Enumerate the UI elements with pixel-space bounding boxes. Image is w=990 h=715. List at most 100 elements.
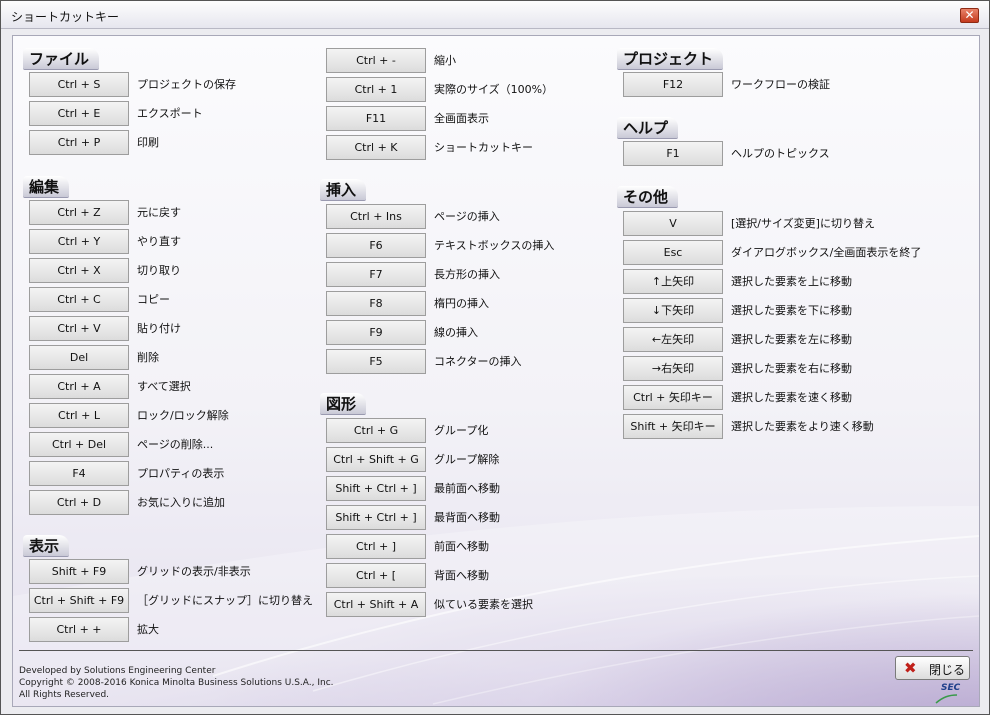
shortcut-key: Ctrl + C bbox=[29, 287, 129, 312]
shortcut-desc: グリッドの表示/非表示 bbox=[137, 565, 251, 578]
shortcut-key: Shift + F9 bbox=[29, 559, 129, 584]
window-close-button[interactable]: ✕ bbox=[960, 8, 979, 23]
shortcut-desc: 拡大 bbox=[137, 623, 159, 636]
shortcut-desc: 選択した要素を右に移動 bbox=[731, 362, 852, 375]
shortcut-key: Ctrl + V bbox=[29, 316, 129, 341]
shortcut-key: Ctrl + Z bbox=[29, 200, 129, 225]
shortcut-key: Shift + Ctrl + ] bbox=[326, 505, 426, 530]
shortcut-key: V bbox=[623, 211, 723, 236]
shortcut-desc: ショートカットキー bbox=[434, 141, 533, 154]
shortcut-keys-dialog: ショートカットキー ✕ ファイル Ctrl + S プロジェクトの保存 Ctrl… bbox=[0, 0, 990, 715]
section-view-title: 表示 bbox=[23, 535, 70, 557]
footer-divider bbox=[19, 650, 973, 651]
shortcut-key: Ctrl + Ins bbox=[326, 204, 426, 229]
shortcut-key: Ctrl + S bbox=[29, 72, 129, 97]
shortcut-desc: ワークフローの検証 bbox=[731, 78, 830, 91]
footer-copyright: Copyright © 2008-2016 Konica Minolta Bus… bbox=[19, 678, 334, 688]
footer-rights: All Rights Reserved. bbox=[19, 690, 110, 700]
shortcut-key: F6 bbox=[326, 233, 426, 258]
shortcut-key: F1 bbox=[623, 141, 723, 166]
shortcut-desc: [選択/サイズ変更]に切り替え bbox=[731, 217, 875, 230]
shortcut-key: Ctrl + ] bbox=[326, 534, 426, 559]
shortcut-key: Ctrl + P bbox=[29, 130, 129, 155]
shortcut-desc: プロパティの表示 bbox=[137, 467, 225, 480]
shortcut-desc: コピー bbox=[137, 293, 170, 306]
section-project-title: プロジェクト bbox=[617, 48, 724, 70]
shortcut-desc: 線の挿入 bbox=[434, 326, 478, 339]
shortcut-desc: 切り取り bbox=[137, 264, 181, 277]
section-other-title: その他 bbox=[617, 186, 679, 208]
shortcut-key: Ctrl + A bbox=[29, 374, 129, 399]
shortcut-key: Ctrl + L bbox=[29, 403, 129, 428]
shortcut-desc: ロック/ロック解除 bbox=[137, 409, 229, 422]
shortcut-desc: 全画面表示 bbox=[434, 112, 489, 125]
shortcut-desc: 最前面へ移動 bbox=[434, 482, 500, 495]
section-help-title: ヘルプ bbox=[617, 117, 679, 139]
title-bar: ショートカットキー ✕ bbox=[1, 1, 989, 29]
shortcut-key: →右矢印 bbox=[623, 356, 723, 381]
shortcut-desc: ヘルプのトピックス bbox=[731, 147, 830, 160]
shortcut-key: F7 bbox=[326, 262, 426, 287]
shortcut-desc: やり直す bbox=[137, 235, 181, 248]
shortcut-key: Ctrl + Shift + F9 bbox=[29, 588, 129, 613]
shortcut-key: Ctrl + D bbox=[29, 490, 129, 515]
shortcut-desc: 楕円の挿入 bbox=[434, 297, 489, 310]
shortcut-key: Ctrl + X bbox=[29, 258, 129, 283]
section-insert-title: 挿入 bbox=[320, 179, 367, 201]
close-x-icon: ✖ bbox=[904, 659, 917, 677]
shortcut-desc: 似ている要素を選択 bbox=[434, 598, 533, 611]
sec-logo: SEC bbox=[935, 683, 965, 704]
shortcut-desc: 元に戻す bbox=[137, 206, 181, 219]
shortcut-desc: グループ解除 bbox=[434, 453, 500, 466]
shortcut-key: Ctrl + G bbox=[326, 418, 426, 443]
shortcut-desc: お気に入りに追加 bbox=[137, 496, 225, 509]
shortcut-desc: 縮小 bbox=[434, 54, 456, 67]
window-title: ショートカットキー bbox=[11, 10, 120, 24]
shortcut-desc: 印刷 bbox=[137, 136, 159, 149]
shortcut-desc: 最背面へ移動 bbox=[434, 511, 500, 524]
shortcut-desc: ページの挿入 bbox=[434, 210, 500, 223]
shortcut-key: ↑上矢印 bbox=[623, 269, 723, 294]
shortcut-key: F5 bbox=[326, 349, 426, 374]
shortcut-key: F4 bbox=[29, 461, 129, 486]
close-button[interactable]: ✖ 閉じる bbox=[895, 656, 970, 680]
shortcut-key: Del bbox=[29, 345, 129, 370]
shortcut-desc: 選択した要素を速く移動 bbox=[731, 391, 852, 404]
shortcut-desc: ページの削除... bbox=[137, 438, 214, 451]
shortcut-desc: テキストボックスの挿入 bbox=[434, 239, 555, 252]
shortcut-key: ↓下矢印 bbox=[623, 298, 723, 323]
shortcut-desc: 貼り付け bbox=[137, 322, 181, 335]
shortcut-key: F12 bbox=[623, 72, 723, 97]
shortcut-desc: エクスポート bbox=[137, 107, 203, 120]
section-shape-title: 図形 bbox=[320, 393, 367, 415]
shortcut-key: Ctrl + [ bbox=[326, 563, 426, 588]
shortcut-desc: グループ化 bbox=[434, 424, 489, 437]
shortcut-key: Shift + 矢印キー bbox=[623, 414, 723, 439]
shortcut-key: Ctrl + K bbox=[326, 135, 426, 160]
shortcut-desc: 削除 bbox=[137, 351, 159, 364]
content-panel: ファイル Ctrl + S プロジェクトの保存 Ctrl + E エクスポート … bbox=[12, 35, 980, 707]
shortcut-key: Esc bbox=[623, 240, 723, 265]
shortcut-desc: コネクターの挿入 bbox=[434, 355, 522, 368]
sec-logo-swoosh bbox=[935, 694, 958, 704]
shortcut-key: Ctrl + + bbox=[29, 617, 129, 642]
shortcut-key: F9 bbox=[326, 320, 426, 345]
shortcut-desc: 長方形の挿入 bbox=[434, 268, 500, 281]
shortcut-key: Ctrl + Y bbox=[29, 229, 129, 254]
shortcut-key: Ctrl + 矢印キー bbox=[623, 385, 723, 410]
shortcut-desc: ［グリッドにスナップ］に切り替え bbox=[137, 594, 313, 607]
footer-developer: Developed by Solutions Engineering Cente… bbox=[19, 666, 216, 676]
shortcut-desc: プロジェクトの保存 bbox=[137, 78, 236, 91]
shortcut-desc: すべて選択 bbox=[137, 380, 191, 393]
shortcut-key: Ctrl + Shift + G bbox=[326, 447, 426, 472]
shortcut-key: Ctrl + 1 bbox=[326, 77, 426, 102]
shortcut-desc: 前面へ移動 bbox=[434, 540, 489, 553]
shortcut-key: Ctrl + - bbox=[326, 48, 426, 73]
shortcut-key: Ctrl + Del bbox=[29, 432, 129, 457]
close-button-label: 閉じる bbox=[929, 663, 966, 677]
shortcut-desc: 選択した要素を左に移動 bbox=[731, 333, 852, 346]
shortcut-desc: 実際のサイズ（100%） bbox=[434, 83, 554, 96]
shortcut-desc: 選択した要素を上に移動 bbox=[731, 275, 852, 288]
shortcut-key: F8 bbox=[326, 291, 426, 316]
shortcut-key: F11 bbox=[326, 106, 426, 131]
